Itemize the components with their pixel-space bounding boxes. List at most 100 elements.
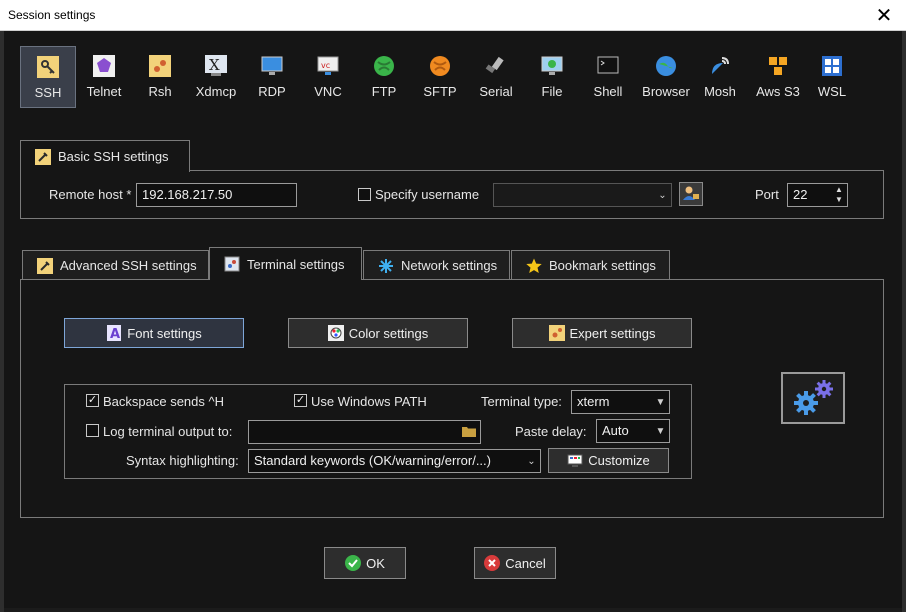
tab-terminal-settings[interactable]: Terminal settings [209, 247, 362, 280]
protocol-label: FTP [371, 84, 397, 99]
protocol-serial-button[interactable]: Serial [470, 46, 522, 108]
protocol-label: SSH [34, 85, 62, 100]
terminal-type-label: Terminal type: [481, 394, 562, 409]
color-settings-label: Color settings [348, 325, 429, 341]
protocol-browser-button[interactable]: Browser [638, 46, 694, 108]
font-settings-button[interactable]: A Font settings [64, 318, 244, 348]
protocol-xdmcp-button[interactable]: X Xdmcp [188, 46, 244, 108]
protocol-wsl-button[interactable]: WSL [806, 46, 858, 108]
protocol-rsh-button[interactable]: Rsh [134, 46, 186, 108]
user-icon [682, 185, 700, 204]
terminal-settings-gear-icon [781, 372, 845, 424]
protocol-file-button[interactable]: File [526, 46, 578, 108]
ssh-key-icon [37, 56, 59, 78]
tab-label: Advanced SSH settings [60, 258, 197, 273]
terminal-type-value: xterm [577, 394, 610, 409]
title-bar: Session settings ✕ [0, 0, 906, 31]
serial-plug-icon [485, 55, 507, 77]
terminal-type-select[interactable]: xterm ▼ [571, 390, 670, 414]
shell-terminal-icon [597, 55, 619, 77]
syntax-highlighting-value: Standard keywords (OK/warning/error/...) [254, 453, 491, 468]
paste-delay-select[interactable]: Auto ▼ [596, 419, 670, 443]
network-icon [378, 258, 394, 274]
ok-button[interactable]: OK [324, 547, 406, 579]
log-path-input[interactable] [248, 420, 481, 444]
spinner-arrows-icon[interactable]: ▲ ▼ [831, 184, 847, 206]
chevron-down-icon: ▼ [655, 425, 666, 437]
color-settings-button[interactable]: Color settings [288, 318, 468, 348]
tab-network-settings[interactable]: Network settings [363, 250, 510, 280]
rdp-monitor-icon [261, 55, 283, 77]
windows-path-checkbox[interactable]: ✓ [294, 394, 307, 407]
protocol-label: Aws S3 [756, 84, 800, 99]
port-spinner[interactable]: 22 ▲ ▼ [787, 183, 848, 207]
protocol-label: SFTP [423, 84, 457, 99]
tab-label: Terminal settings [247, 256, 345, 272]
cancel-label: Cancel [505, 555, 546, 571]
sftp-globe-icon [429, 55, 451, 77]
tab-bookmark-settings[interactable]: Bookmark settings [511, 250, 670, 280]
protocol-label: File [541, 84, 563, 99]
remote-host-input[interactable]: 192.168.217.50 [136, 183, 297, 207]
telnet-icon [93, 55, 115, 77]
terminal-icon [224, 256, 240, 272]
protocol-aws-s3-button[interactable]: Aws S3 [750, 46, 806, 108]
folder-icon[interactable] [462, 425, 476, 440]
specify-username-label: Specify username [375, 187, 480, 202]
close-icon[interactable]: ✕ [862, 0, 906, 31]
windows-path-label: Use Windows PATH [311, 394, 427, 409]
file-monitor-icon [541, 55, 563, 77]
rsh-icon [149, 55, 171, 77]
protocol-sftp-button[interactable]: SFTP [414, 46, 466, 108]
backspace-label: Backspace sends ^H [103, 394, 224, 409]
protocol-ssh-button[interactable]: SSH [20, 46, 76, 108]
protocol-ftp-button[interactable]: FTP [358, 46, 410, 108]
window-frame-right [902, 31, 906, 612]
protocol-label: Browser [642, 84, 690, 99]
star-icon [526, 258, 542, 274]
chevron-down-icon: ▼ [655, 396, 666, 408]
protocol-vnc-button[interactable]: vc VNC [302, 46, 354, 108]
cancel-button[interactable]: Cancel [474, 547, 556, 579]
protocol-label: Mosh [704, 84, 736, 99]
protocol-mosh-button[interactable]: Mosh [694, 46, 746, 108]
protocol-shell-button[interactable]: Shell [582, 46, 634, 108]
syntax-highlighting-select[interactable]: Standard keywords (OK/warning/error/...)… [248, 449, 541, 473]
aws-s3-cubes-icon [767, 55, 789, 77]
user-manager-button[interactable] [679, 182, 703, 206]
vnc-icon: vc [317, 55, 339, 77]
port-value: 22 [793, 187, 808, 202]
username-combo[interactable]: ⌄ [493, 183, 672, 207]
tab-label: Bookmark settings [549, 258, 656, 273]
protocol-rdp-button[interactable]: RDP [246, 46, 298, 108]
customize-label: Customize [588, 453, 650, 468]
customize-icon [567, 453, 583, 469]
log-output-checkbox[interactable] [86, 424, 99, 437]
protocol-label: Telnet [86, 84, 122, 99]
ftp-globe-icon [373, 55, 395, 77]
backspace-checkbox[interactable]: ✓ [86, 394, 99, 407]
protocol-label: WSL [817, 84, 847, 99]
protocol-label: Shell [593, 84, 623, 99]
tab-advanced-ssh-settings[interactable]: Advanced SSH settings [22, 250, 209, 280]
protocol-label: Rsh [148, 84, 172, 99]
chevron-down-icon: ⌄ [527, 455, 536, 467]
svg-text:A: A [110, 327, 120, 341]
specify-username-checkbox[interactable] [358, 188, 371, 201]
chevron-down-icon: ⌄ [658, 189, 667, 201]
font-icon: A [106, 325, 122, 341]
windows-logo-icon [821, 55, 843, 77]
check-circle-icon [345, 555, 362, 571]
protocol-telnet-button[interactable]: Telnet [78, 46, 130, 108]
font-settings-label: Font settings [127, 325, 202, 341]
paste-delay-label: Paste delay: [515, 424, 587, 439]
syntax-highlighting-label: Syntax highlighting: [126, 453, 239, 468]
svg-text:X: X [209, 56, 220, 74]
protocol-label: RDP [258, 84, 286, 99]
expert-settings-label: Expert settings [569, 325, 656, 341]
wrench-icon [37, 257, 53, 274]
customize-button[interactable]: Customize [548, 448, 669, 473]
cancel-circle-icon [484, 555, 501, 571]
svg-text:vc: vc [321, 61, 330, 70]
expert-settings-button[interactable]: Expert settings [512, 318, 692, 348]
